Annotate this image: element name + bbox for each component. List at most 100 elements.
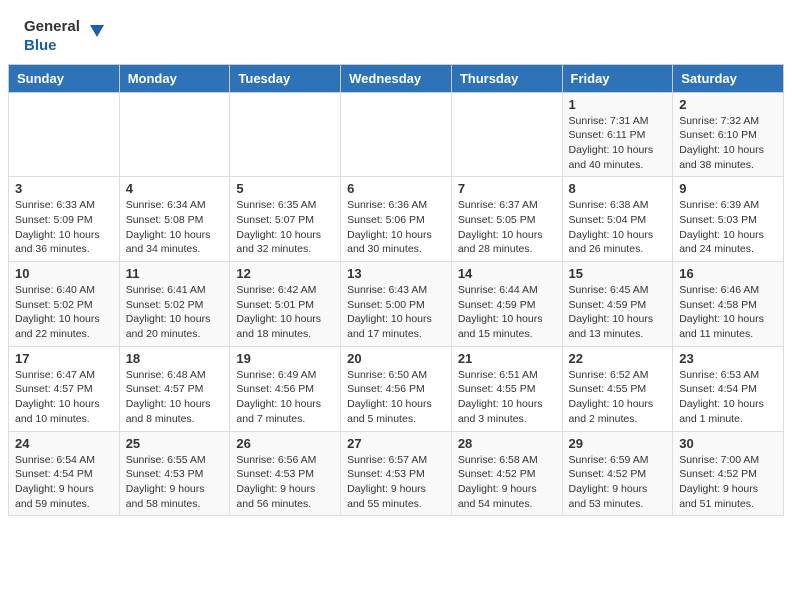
weekday-header-saturday: Saturday: [673, 64, 784, 92]
calendar-header: SundayMondayTuesdayWednesdayThursdayFrid…: [9, 64, 784, 92]
day-number: 23: [679, 351, 777, 366]
calendar-cell: 30 Sunrise: 7:00 AM Sunset: 4:52 PM Dayli…: [673, 431, 784, 516]
day-number: 28: [458, 436, 556, 451]
cell-info: Sunrise: 6:36 AM Sunset: 5:06 PM Dayligh…: [347, 198, 445, 257]
day-number: 21: [458, 351, 556, 366]
day-number: 14: [458, 266, 556, 281]
logo-arrow-icon: [86, 19, 108, 46]
calendar-cell: 8 Sunrise: 6:38 AM Sunset: 5:04 PM Daylig…: [562, 177, 673, 262]
calendar-cell: 27 Sunrise: 6:57 AM Sunset: 4:53 PM Dayli…: [341, 431, 452, 516]
cell-info: Sunrise: 6:46 AM Sunset: 4:58 PM Dayligh…: [679, 283, 777, 342]
calendar-cell: [230, 92, 341, 177]
calendar-wrapper: SundayMondayTuesdayWednesdayThursdayFrid…: [0, 64, 792, 527]
day-number: 16: [679, 266, 777, 281]
calendar-cell: 15Sunrise: 6:45 AM Sunset: 4:59 PM Dayli…: [562, 262, 673, 347]
calendar-cell: 25 Sunrise: 6:55 AM Sunset: 4:53 PM Dayli…: [119, 431, 230, 516]
cell-info: Sunrise: 6:52 AM Sunset: 4:55 PM Dayligh…: [569, 368, 667, 427]
day-number: 7: [458, 181, 556, 196]
calendar-cell: 7 Sunrise: 6:37 AM Sunset: 5:05 PM Daylig…: [451, 177, 562, 262]
logo: General Blue: [24, 18, 108, 56]
calendar-cell: 19Sunrise: 6:49 AM Sunset: 4:56 PM Dayli…: [230, 346, 341, 431]
cell-info: Sunrise: 6:41 AM Sunset: 5:02 PM Dayligh…: [126, 283, 224, 342]
day-number: 20: [347, 351, 445, 366]
day-number: 17: [15, 351, 113, 366]
calendar-cell: 22 Sunrise: 6:52 AM Sunset: 4:55 PM Dayli…: [562, 346, 673, 431]
day-number: 12: [236, 266, 334, 281]
cell-info: Sunrise: 6:56 AM Sunset: 4:53 PM Dayligh…: [236, 453, 334, 512]
day-number: 30: [679, 436, 777, 451]
calendar-cell: 16 Sunrise: 6:46 AM Sunset: 4:58 PM Dayli…: [673, 262, 784, 347]
calendar-cell: 10 Sunrise: 6:40 AM Sunset: 5:02 PM Dayli…: [9, 262, 120, 347]
cell-info: Sunrise: 6:42 AM Sunset: 5:01 PM Dayligh…: [236, 283, 334, 342]
day-number: 4: [126, 181, 224, 196]
day-number: 8: [569, 181, 667, 196]
cell-info: Sunrise: 6:33 AM Sunset: 5:09 PM Dayligh…: [15, 198, 113, 257]
cell-info: Sunrise: 6:40 AM Sunset: 5:02 PM Dayligh…: [15, 283, 113, 342]
day-number: 9: [679, 181, 777, 196]
calendar-cell: [119, 92, 230, 177]
calendar-cell: 14Sunrise: 6:44 AM Sunset: 4:59 PM Dayli…: [451, 262, 562, 347]
calendar-cell: 4Sunrise: 6:34 AM Sunset: 5:08 PM Daylig…: [119, 177, 230, 262]
calendar-cell: 23 Sunrise: 6:53 AM Sunset: 4:54 PM Dayli…: [673, 346, 784, 431]
cell-info: Sunrise: 6:53 AM Sunset: 4:54 PM Dayligh…: [679, 368, 777, 427]
calendar-cell: 18 Sunrise: 6:48 AM Sunset: 4:57 PM Dayli…: [119, 346, 230, 431]
cell-info: Sunrise: 7:32 AM Sunset: 6:10 PM Dayligh…: [679, 114, 777, 173]
calendar-cell: 20 Sunrise: 6:50 AM Sunset: 4:56 PM Dayli…: [341, 346, 452, 431]
calendar-cell: 12 Sunrise: 6:42 AM Sunset: 5:01 PM Dayli…: [230, 262, 341, 347]
weekday-header-wednesday: Wednesday: [341, 64, 452, 92]
cell-info: Sunrise: 6:48 AM Sunset: 4:57 PM Dayligh…: [126, 368, 224, 427]
cell-info: Sunrise: 6:58 AM Sunset: 4:52 PM Dayligh…: [458, 453, 556, 512]
cell-info: Sunrise: 6:54 AM Sunset: 4:54 PM Dayligh…: [15, 453, 113, 512]
cell-info: Sunrise: 6:51 AM Sunset: 4:55 PM Dayligh…: [458, 368, 556, 427]
page-header: General Blue: [0, 0, 792, 64]
day-number: 13: [347, 266, 445, 281]
day-number: 11: [126, 266, 224, 281]
day-number: 25: [126, 436, 224, 451]
cell-info: Sunrise: 6:50 AM Sunset: 4:56 PM Dayligh…: [347, 368, 445, 427]
calendar-cell: 26Sunrise: 6:56 AM Sunset: 4:53 PM Dayli…: [230, 431, 341, 516]
logo-text: General Blue: [24, 18, 80, 56]
calendar-cell: [451, 92, 562, 177]
cell-info: Sunrise: 6:37 AM Sunset: 5:05 PM Dayligh…: [458, 198, 556, 257]
day-number: 19: [236, 351, 334, 366]
day-number: 3: [15, 181, 113, 196]
calendar-week-2: 10 Sunrise: 6:40 AM Sunset: 5:02 PM Dayli…: [9, 262, 784, 347]
cell-info: Sunrise: 6:57 AM Sunset: 4:53 PM Dayligh…: [347, 453, 445, 512]
cell-info: Sunrise: 7:31 AM Sunset: 6:11 PM Dayligh…: [569, 114, 667, 173]
cell-info: Sunrise: 6:45 AM Sunset: 4:59 PM Dayligh…: [569, 283, 667, 342]
calendar-cell: 5 Sunrise: 6:35 AM Sunset: 5:07 PM Daylig…: [230, 177, 341, 262]
calendar-table: SundayMondayTuesdayWednesdayThursdayFrid…: [8, 64, 784, 517]
calendar-cell: 28 Sunrise: 6:58 AM Sunset: 4:52 PM Dayli…: [451, 431, 562, 516]
calendar-cell: 13 Sunrise: 6:43 AM Sunset: 5:00 PM Dayli…: [341, 262, 452, 347]
calendar-cell: 1 Sunrise: 7:31 AM Sunset: 6:11 PM Daylig…: [562, 92, 673, 177]
cell-info: Sunrise: 7:00 AM Sunset: 4:52 PM Dayligh…: [679, 453, 777, 512]
day-number: 5: [236, 181, 334, 196]
day-number: 1: [569, 97, 667, 112]
cell-info: Sunrise: 6:35 AM Sunset: 5:07 PM Dayligh…: [236, 198, 334, 257]
day-number: 18: [126, 351, 224, 366]
calendar-cell: [9, 92, 120, 177]
weekday-header-thursday: Thursday: [451, 64, 562, 92]
calendar-cell: [341, 92, 452, 177]
cell-info: Sunrise: 6:38 AM Sunset: 5:04 PM Dayligh…: [569, 198, 667, 257]
cell-info: Sunrise: 6:47 AM Sunset: 4:57 PM Dayligh…: [15, 368, 113, 427]
calendar-cell: 2 Sunrise: 7:32 AM Sunset: 6:10 PM Daylig…: [673, 92, 784, 177]
day-number: 22: [569, 351, 667, 366]
cell-info: Sunrise: 6:55 AM Sunset: 4:53 PM Dayligh…: [126, 453, 224, 512]
weekday-header-monday: Monday: [119, 64, 230, 92]
weekday-header-friday: Friday: [562, 64, 673, 92]
day-number: 2: [679, 97, 777, 112]
day-number: 27: [347, 436, 445, 451]
calendar-week-4: 24Sunrise: 6:54 AM Sunset: 4:54 PM Dayli…: [9, 431, 784, 516]
calendar-cell: 3 Sunrise: 6:33 AM Sunset: 5:09 PM Daylig…: [9, 177, 120, 262]
calendar-cell: 11 Sunrise: 6:41 AM Sunset: 5:02 PM Dayli…: [119, 262, 230, 347]
calendar-week-3: 17 Sunrise: 6:47 AM Sunset: 4:57 PM Dayli…: [9, 346, 784, 431]
calendar-week-1: 3 Sunrise: 6:33 AM Sunset: 5:09 PM Daylig…: [9, 177, 784, 262]
weekday-header-sunday: Sunday: [9, 64, 120, 92]
day-number: 29: [569, 436, 667, 451]
day-number: 10: [15, 266, 113, 281]
cell-info: Sunrise: 6:39 AM Sunset: 5:03 PM Dayligh…: [679, 198, 777, 257]
calendar-week-0: 1 Sunrise: 7:31 AM Sunset: 6:11 PM Daylig…: [9, 92, 784, 177]
calendar-cell: 24Sunrise: 6:54 AM Sunset: 4:54 PM Dayli…: [9, 431, 120, 516]
cell-info: Sunrise: 6:43 AM Sunset: 5:00 PM Dayligh…: [347, 283, 445, 342]
